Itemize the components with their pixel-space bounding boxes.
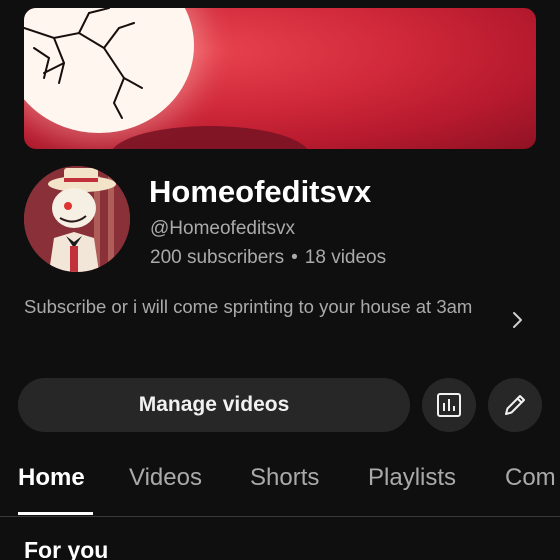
tab-shorts[interactable]: Shorts <box>250 464 319 492</box>
section-title: For you <box>24 537 109 560</box>
subscriber-count: 200 subscribers <box>150 247 285 268</box>
tab-videos[interactable]: Videos <box>129 464 202 492</box>
video-count: 18 videos <box>304 247 387 268</box>
channel-tabs: Home Videos Shorts Playlists Com <box>0 458 560 517</box>
tab-community[interactable]: Com <box>505 464 556 492</box>
chevron-right-icon[interactable] <box>504 307 530 333</box>
manage-videos-label: Manage videos <box>138 393 290 416</box>
pencil-icon <box>505 395 525 415</box>
stats-separator: • <box>291 247 298 268</box>
analytics-button[interactable] <box>422 378 476 432</box>
avatar-illustration <box>24 166 130 272</box>
edit-channel-button[interactable] <box>488 378 542 432</box>
channel-page: Homeofeditsvx @Homeofeditsvx 200 subscri… <box>0 0 560 560</box>
tab-playlists[interactable]: Playlists <box>368 464 456 492</box>
manage-videos-button[interactable]: Manage videos <box>18 378 410 432</box>
tab-home[interactable]: Home <box>18 464 85 492</box>
channel-avatar[interactable] <box>24 166 130 272</box>
analytics-icon <box>437 393 461 417</box>
channel-stats: 200 subscribers • 18 videos <box>150 247 386 269</box>
channel-banner[interactable] <box>24 8 536 149</box>
banner-branches <box>24 8 143 119</box>
channel-name: Homeofeditsvx <box>149 174 372 209</box>
active-tab-indicator <box>18 512 93 515</box>
channel-description[interactable]: Subscribe or i will come sprinting to yo… <box>24 292 494 322</box>
channel-handle: @Homeofeditsvx <box>150 218 295 239</box>
